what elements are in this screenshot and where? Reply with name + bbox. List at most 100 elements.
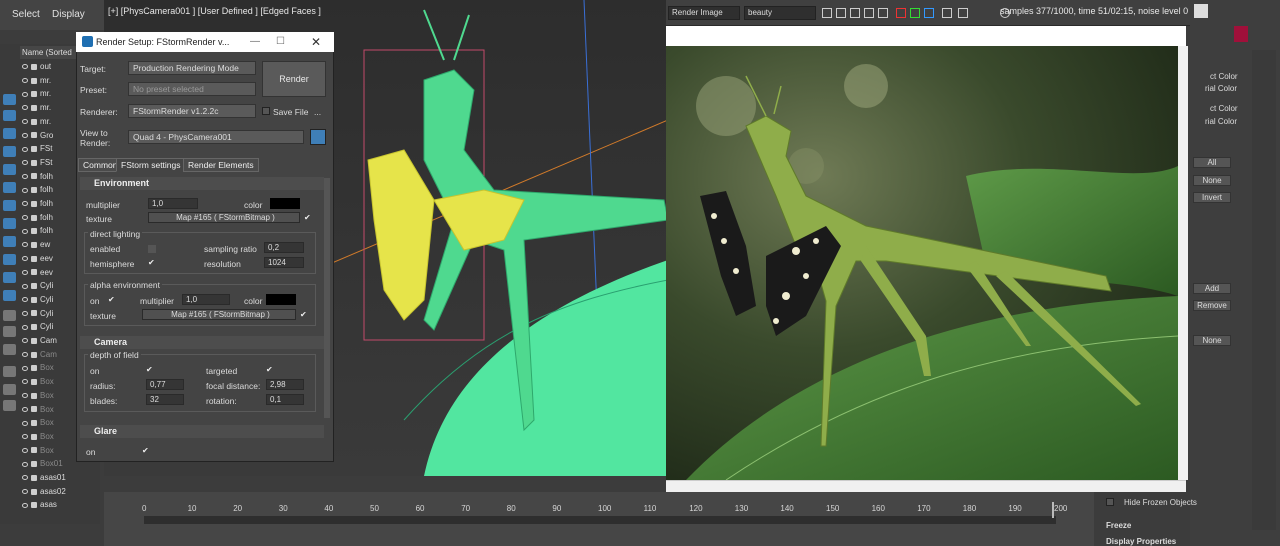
focal-distance-spinner[interactable]: 2,98 xyxy=(266,379,304,390)
render-scrollbar-v[interactable] xyxy=(1178,46,1188,480)
visibility-icon[interactable] xyxy=(22,269,28,275)
render-toggle-icon[interactable] xyxy=(31,187,37,194)
visibility-icon[interactable] xyxy=(22,310,28,316)
shape-icon[interactable] xyxy=(3,128,16,139)
alpha-texture-checkbox[interactable]: ✔ xyxy=(300,311,308,319)
select-all-button[interactable]: All xyxy=(1193,157,1231,168)
render-toggle-icon[interactable] xyxy=(31,324,37,331)
hide-frozen-checkbox[interactable] xyxy=(1106,498,1114,506)
save-file-browse[interactable]: ... xyxy=(314,107,321,117)
timeline[interactable] xyxy=(104,492,1094,546)
dof-on-checkbox[interactable]: ✔ xyxy=(146,366,154,374)
resolution-spinner[interactable]: 1024 xyxy=(264,257,304,268)
target-dropdown[interactable]: Production Rendering Mode xyxy=(128,61,256,75)
render-button[interactable]: Render xyxy=(262,61,326,97)
container-icon[interactable] xyxy=(3,254,16,265)
save-file-checkbox[interactable] xyxy=(262,107,270,115)
camera-icon[interactable] xyxy=(3,164,16,175)
preset-dropdown[interactable]: No preset selected xyxy=(128,82,256,96)
menu-select[interactable]: Select xyxy=(12,9,40,20)
alpha-color-swatch[interactable] xyxy=(266,294,296,305)
render-toggle-icon[interactable] xyxy=(31,447,37,454)
glare-rollout[interactable]: Glare xyxy=(80,425,324,438)
invert-button[interactable]: Invert xyxy=(1193,192,1231,203)
enabled-checkbox[interactable] xyxy=(148,245,156,253)
render-toggle-icon[interactable] xyxy=(31,91,37,98)
view-dropdown[interactable]: Quad 4 - PhysCamera001 xyxy=(128,130,304,144)
visibility-icon[interactable] xyxy=(22,242,28,248)
track-bar[interactable] xyxy=(144,516,1056,524)
geometry-icon[interactable] xyxy=(3,110,16,121)
lock-icon[interactable] xyxy=(310,129,326,145)
render-toggle-icon[interactable] xyxy=(31,241,37,248)
alpha-on-checkbox[interactable]: ✔ xyxy=(108,296,116,304)
find-icon[interactable] xyxy=(3,400,16,411)
render-toggle-icon[interactable] xyxy=(31,310,37,317)
env-texture-checkbox[interactable]: ✔ xyxy=(304,214,312,222)
render-toggle-icon[interactable] xyxy=(31,392,37,399)
render-toggle-icon[interactable] xyxy=(31,104,37,111)
render-toggle-icon[interactable] xyxy=(31,118,37,125)
minimize-window-icon[interactable]: — xyxy=(250,36,260,47)
render-toggle-icon[interactable] xyxy=(31,77,37,84)
render-image-dropdown[interactable]: Render Image xyxy=(668,6,740,20)
visibility-icon[interactable] xyxy=(22,434,28,440)
visibility-icon[interactable] xyxy=(22,228,28,234)
explorer-row[interactable]: asas01 xyxy=(22,473,98,486)
render-toggle-icon[interactable] xyxy=(31,173,37,180)
visibility-icon[interactable] xyxy=(22,406,28,412)
remove-button[interactable]: Remove xyxy=(1193,300,1231,311)
render-toggle-icon[interactable] xyxy=(31,159,37,166)
menu-display[interactable]: Display xyxy=(52,9,85,20)
render-toggle-icon[interactable] xyxy=(31,420,37,427)
tab-fstorm-settings[interactable]: FStorm settings xyxy=(116,158,186,172)
render-toggle-icon[interactable] xyxy=(31,255,37,262)
visibility-icon[interactable] xyxy=(22,365,28,371)
alpha-texture-map[interactable]: Map #165 ( FStormBitmap ) xyxy=(142,309,296,320)
visibility-icon[interactable] xyxy=(22,91,28,97)
render-toggle-icon[interactable] xyxy=(31,296,37,303)
render-toggle-icon[interactable] xyxy=(31,228,37,235)
visibility-icon[interactable] xyxy=(22,352,28,358)
print-icon[interactable] xyxy=(864,8,874,18)
visibility-icon[interactable] xyxy=(22,64,28,70)
visibility-icon[interactable] xyxy=(22,132,28,138)
visibility-icon[interactable] xyxy=(22,502,28,508)
render-toggle-icon[interactable] xyxy=(31,488,37,495)
render-scrollbar-h[interactable] xyxy=(666,480,1186,492)
spacewarp-icon[interactable] xyxy=(3,200,16,211)
visibility-icon[interactable] xyxy=(22,283,28,289)
env-multiplier-spinner[interactable]: 1,0 xyxy=(148,198,198,209)
visibility-icon[interactable] xyxy=(22,338,28,344)
viewport-label[interactable]: [+] [PhysCamera001 ] [User Defined ] [Ed… xyxy=(108,6,321,16)
visibility-icon[interactable] xyxy=(22,393,28,399)
render-toggle-icon[interactable] xyxy=(31,132,37,139)
sampling-ratio-spinner[interactable]: 0,2 xyxy=(264,242,304,253)
render-toggle-icon[interactable] xyxy=(31,146,37,153)
add-button[interactable]: Add xyxy=(1193,283,1231,294)
blades-spinner[interactable]: 32 xyxy=(146,394,184,405)
render-toggle-icon[interactable] xyxy=(31,337,37,344)
render-toggle-icon[interactable] xyxy=(31,406,37,413)
render-toggle-icon[interactable] xyxy=(31,474,37,481)
visibility-icon[interactable] xyxy=(22,489,28,495)
bone-icon[interactable] xyxy=(3,236,16,247)
display-properties-rollout[interactable]: Display Properties xyxy=(1106,537,1176,546)
hemisphere-checkbox[interactable]: ✔ xyxy=(148,259,156,267)
visibility-icon[interactable] xyxy=(22,324,28,330)
select-icon[interactable] xyxy=(3,94,16,105)
none-button[interactable]: None xyxy=(1193,335,1231,346)
light-icon[interactable] xyxy=(3,146,16,157)
visibility-icon[interactable] xyxy=(22,447,28,453)
targeted-checkbox[interactable]: ✔ xyxy=(266,366,274,374)
color-swatch[interactable] xyxy=(1234,26,1248,42)
copy-icon[interactable] xyxy=(836,8,846,18)
freeze-rollout[interactable]: Freeze xyxy=(1106,521,1131,530)
xref-icon[interactable] xyxy=(3,272,16,283)
save-icon[interactable] xyxy=(822,8,832,18)
env-texture-map[interactable]: Map #165 ( FStormBitmap ) xyxy=(148,212,300,223)
tab-render-elements[interactable]: Render Elements xyxy=(183,158,259,172)
visibility-icon[interactable] xyxy=(22,78,28,84)
clear-icon[interactable] xyxy=(878,8,888,18)
blue-channel-icon[interactable] xyxy=(924,8,934,18)
